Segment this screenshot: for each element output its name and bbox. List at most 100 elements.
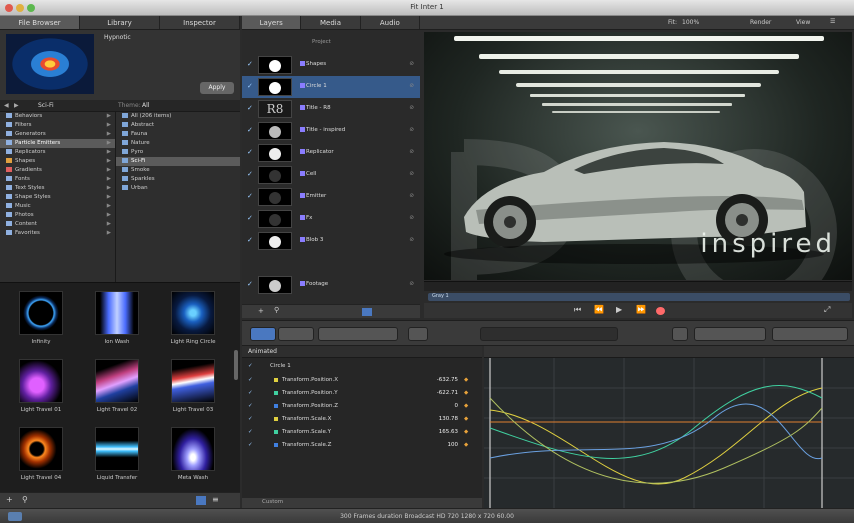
subcategory-item[interactable]: Sparkles bbox=[116, 175, 240, 184]
canvas-viewer[interactable]: inspired bbox=[424, 32, 852, 280]
step-back-icon[interactable]: ⏪ bbox=[594, 305, 604, 314]
category-item[interactable]: Filters ▶ bbox=[0, 121, 115, 130]
param-value[interactable]: 100 bbox=[402, 439, 459, 451]
keyframe-ruler[interactable] bbox=[484, 346, 854, 358]
checkbox-icon[interactable]: ✓ bbox=[247, 82, 253, 90]
param-value[interactable]: 130.78 bbox=[402, 413, 458, 425]
subcategory-item[interactable]: Pyro bbox=[116, 148, 240, 157]
project-label[interactable]: Project bbox=[312, 39, 331, 45]
keyframe-icon[interactable]: ◆ bbox=[464, 439, 468, 451]
tab-inspector[interactable]: Inspector bbox=[160, 16, 240, 29]
keyframe-icon[interactable]: ◆ bbox=[464, 400, 468, 412]
layout-icon[interactable]: ☰ bbox=[830, 18, 835, 25]
list-view-icon[interactable]: ≡ bbox=[212, 495, 219, 504]
layer-row[interactable]: ✓ Shapes ⊘ bbox=[242, 54, 420, 76]
animation-param-row[interactable]: ✓ Transform.Scale.Y 165.63 ◆ bbox=[242, 426, 482, 438]
theme-select[interactable]: All bbox=[142, 102, 149, 109]
tab-layers[interactable]: Layers bbox=[242, 16, 302, 29]
shape-tools[interactable] bbox=[318, 327, 398, 341]
layer-row[interactable]: ✓ Emitter ⊘ bbox=[242, 186, 420, 208]
mini-timeline-ruler[interactable] bbox=[424, 281, 852, 291]
param-value[interactable]: 165.63 bbox=[402, 426, 458, 438]
checkbox-icon[interactable]: ✓ bbox=[248, 413, 253, 425]
checkbox-icon[interactable]: ✓ bbox=[248, 374, 253, 386]
category-item[interactable]: Fonts ▶ bbox=[0, 175, 115, 184]
camera-tool[interactable] bbox=[278, 327, 314, 341]
layer-row[interactable]: ✓ Fx ⊘ bbox=[242, 208, 420, 230]
lock-icon[interactable]: ⊘ bbox=[409, 105, 414, 111]
fit-select[interactable]: 100% bbox=[682, 19, 699, 26]
select-tool[interactable] bbox=[250, 327, 276, 341]
category-item[interactable]: Text Styles ▶ bbox=[0, 184, 115, 193]
checkbox-icon[interactable]: ✓ bbox=[247, 148, 253, 156]
animation-group-row[interactable]: ✓ Circle 1 bbox=[242, 360, 482, 372]
keyframe-icon[interactable]: ◆ bbox=[464, 426, 468, 438]
checkbox-icon[interactable]: ✓ bbox=[247, 60, 253, 68]
layer-view-icon[interactable] bbox=[362, 308, 372, 316]
keyframe-icon[interactable]: ◆ bbox=[464, 374, 468, 386]
path-label[interactable]: Sci-Fi bbox=[38, 102, 54, 109]
lock-icon[interactable]: ⊘ bbox=[409, 215, 414, 221]
animation-param-row[interactable]: ✓ Transform.Scale.Z 100 ◆ bbox=[242, 439, 482, 451]
add-object-icon[interactable] bbox=[672, 327, 688, 341]
lock-icon[interactable]: ⊘ bbox=[409, 149, 414, 155]
back-arrow-icon[interactable]: ◀ bbox=[4, 102, 9, 109]
subcategory-item[interactable]: Fauna bbox=[116, 130, 240, 139]
preset-thumbnail-item[interactable]: Ion Wash bbox=[80, 287, 154, 353]
animation-param-row[interactable]: ✓ Transform.Scale.X 130.78 ◆ bbox=[242, 413, 482, 425]
checkbox-icon[interactable]: ✓ bbox=[247, 214, 253, 222]
category-item[interactable]: Generators ▶ bbox=[0, 130, 115, 139]
animated-label[interactable]: Animated bbox=[248, 348, 277, 355]
search-icon[interactable]: ⚲ bbox=[22, 495, 28, 504]
checkbox-icon[interactable]: ✓ bbox=[248, 400, 253, 412]
go-to-start-icon[interactable]: ⏮ bbox=[574, 305, 581, 315]
animation-param-row[interactable]: ✓ Transform.Position.X -632.75 ◆ bbox=[242, 374, 482, 386]
checkbox-icon[interactable]: ✓ bbox=[248, 439, 253, 451]
layer-row[interactable]: ✓ Title - inspired ⊘ bbox=[242, 120, 420, 142]
checkbox-icon[interactable]: ✓ bbox=[248, 360, 253, 372]
category-item[interactable]: Behaviors ▶ bbox=[0, 112, 115, 121]
layer-row[interactable]: ✓ Cell ⊘ bbox=[242, 164, 420, 186]
param-value[interactable]: 0 bbox=[402, 400, 459, 412]
checkbox-icon[interactable]: ✓ bbox=[247, 192, 253, 200]
preset-thumbnail-item[interactable]: Light Travel 04 bbox=[4, 423, 78, 489]
category-item[interactable]: Favorites ▶ bbox=[0, 229, 115, 238]
category-item[interactable]: Gradients ▶ bbox=[0, 166, 115, 175]
timecode-display[interactable] bbox=[480, 327, 618, 341]
category-item[interactable]: Photos ▶ bbox=[0, 211, 115, 220]
category-item[interactable]: Shape Styles ▶ bbox=[0, 193, 115, 202]
subcategory-item[interactable]: Urban bbox=[116, 184, 240, 193]
lock-icon[interactable]: ⊘ bbox=[409, 83, 414, 89]
add-layer-icon[interactable]: + bbox=[258, 307, 264, 315]
subcategory-item[interactable]: All (206 items) bbox=[116, 112, 240, 121]
preset-thumbnail-item[interactable]: Light Travel 03 bbox=[156, 355, 230, 421]
keyframe-icon[interactable]: ◆ bbox=[464, 387, 468, 399]
subcategory-item[interactable]: Abstract bbox=[116, 121, 240, 130]
record-icon[interactable] bbox=[656, 307, 665, 315]
preset-thumbnail-item[interactable]: Light Ring Circle bbox=[156, 287, 230, 353]
overlay-title-text[interactable]: inspired bbox=[700, 229, 836, 259]
category-item[interactable]: Particle Emitters ▶ bbox=[0, 139, 115, 148]
category-item[interactable]: Content ▶ bbox=[0, 220, 115, 229]
layer-row[interactable]: ✓ Circle 1 ⊘ bbox=[242, 76, 420, 98]
search-icon[interactable]: ⚲ bbox=[274, 306, 279, 314]
layer-row[interactable]: ✓ Blob 3 ⊘ bbox=[242, 230, 420, 252]
lock-icon[interactable]: ⊘ bbox=[409, 61, 414, 67]
preset-thumbnail-item[interactable]: Meta Wash bbox=[156, 423, 230, 489]
checkbox-icon[interactable]: ✓ bbox=[248, 426, 253, 438]
view-layout-buttons[interactable] bbox=[772, 327, 848, 341]
render-menu[interactable]: Render bbox=[750, 19, 771, 26]
apply-button[interactable]: Apply bbox=[200, 82, 234, 94]
lock-icon[interactable]: ⊘ bbox=[409, 237, 414, 243]
play-icon[interactable]: ▶ bbox=[616, 305, 622, 314]
category-item[interactable]: Shapes ▶ bbox=[0, 157, 115, 166]
checkbox-icon[interactable]: ✓ bbox=[247, 236, 253, 244]
category-item[interactable]: Replicators ▶ bbox=[0, 148, 115, 157]
layer-row[interactable]: ✓ R8 Title - R8 ⊘ bbox=[242, 98, 420, 120]
keyframe-graph[interactable] bbox=[484, 358, 854, 508]
mask-tool[interactable] bbox=[408, 327, 428, 341]
preset-thumbnail-item[interactable]: Light Travel 01 bbox=[4, 355, 78, 421]
subcategory-item[interactable]: Sci-Fi bbox=[116, 157, 240, 166]
checkbox-icon[interactable]: ✓ bbox=[247, 170, 253, 178]
add-icon[interactable]: + bbox=[6, 495, 13, 504]
